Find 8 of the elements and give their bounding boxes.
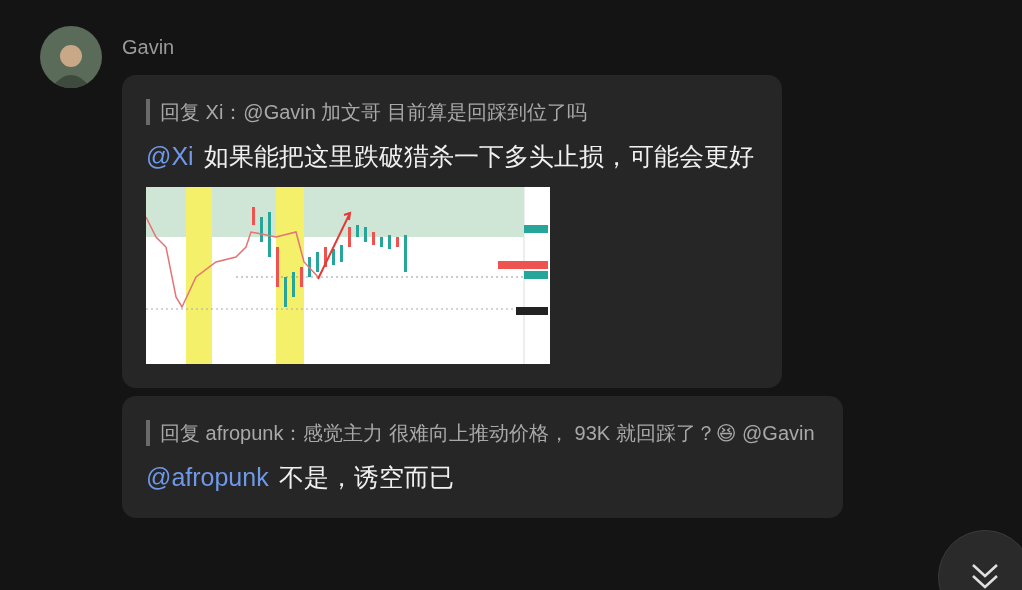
sender-name: Gavin — [122, 36, 175, 59]
double-chevron-down-icon — [970, 561, 1000, 590]
message-text: @Xi 如果能把这里跌破猎杀一下多头止损，可能会更好 — [146, 141, 754, 172]
reply-quote: 回复 afropunk：感觉主力 很难向上推动价格， 93K 就回踩了？😆 @Gavin — [146, 420, 815, 446]
mention-link[interactable]: @Xi — [146, 142, 194, 170]
message-text: @afropunk 不是，诱空而已 — [146, 462, 455, 493]
reply-quote: 回复 Xi：@Gavin 加文哥 目前算是回踩到位了吗 — [146, 99, 754, 125]
mention-link[interactable]: @afropunk — [146, 463, 269, 491]
